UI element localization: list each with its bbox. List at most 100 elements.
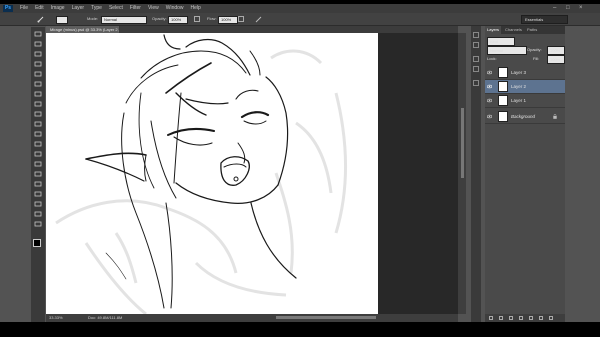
brush-size-picker[interactable]	[56, 16, 68, 24]
menu-filter[interactable]: Filter	[130, 4, 141, 13]
panel-tabs: Layers Channels Paths	[485, 26, 565, 34]
filter-kind-select[interactable]: Kind	[487, 37, 515, 46]
filter-kind-label: Kind	[490, 39, 499, 44]
right-margin	[565, 26, 600, 322]
layer-thumbnail	[498, 111, 508, 122]
eye-icon[interactable]	[487, 98, 492, 103]
menu-help[interactable]: Help	[191, 4, 201, 13]
adjustment-layer-icon[interactable]	[519, 316, 523, 320]
brush-icon[interactable]	[37, 16, 45, 23]
hand-tool-icon[interactable]	[34, 211, 42, 217]
menu-bar: Ps File Edit Image Layer Type Select Fil…	[0, 4, 600, 13]
quick-select-tool-icon[interactable]	[34, 61, 42, 67]
menu-file[interactable]: File	[20, 4, 28, 13]
faint-underdrawing	[55, 49, 347, 316]
menu-select[interactable]: Select	[109, 4, 123, 13]
tools-panel	[31, 27, 45, 322]
menu-window[interactable]: Window	[166, 4, 184, 13]
tab-channels[interactable]: Channels	[503, 26, 524, 34]
layer-row[interactable]: Layer 1	[485, 94, 565, 108]
layer-thumbnail	[498, 67, 508, 78]
layer-opacity-input[interactable]: 100%	[547, 46, 565, 55]
history-icon[interactable]	[473, 32, 479, 38]
layer-thumbnail	[498, 95, 508, 106]
move-tool-icon[interactable]	[34, 31, 42, 37]
maximize-icon[interactable]: □	[566, 4, 570, 13]
healing-tool-icon[interactable]	[34, 91, 42, 97]
new-layer-icon[interactable]	[539, 316, 543, 320]
close-icon[interactable]: ×	[579, 4, 583, 13]
layer-name: Layer 1	[511, 98, 527, 103]
doc-info[interactable]: Doc: 49.8M/111.8M	[88, 314, 122, 322]
history-brush-tool-icon[interactable]	[34, 121, 42, 127]
flow-input[interactable]: 100%	[218, 16, 238, 24]
blend-mode-select[interactable]: Normal	[487, 46, 527, 55]
collapsed-panels	[471, 26, 481, 322]
menu-type[interactable]: Type	[91, 4, 102, 13]
layers-panel: Layers Channels Paths Kind Normal Opacit…	[485, 26, 565, 322]
canvas[interactable]	[46, 33, 378, 316]
eye-icon[interactable]	[487, 84, 492, 89]
opacity-input[interactable]: 100%	[168, 16, 188, 24]
layer-name: Background	[511, 114, 536, 119]
gradient-tool-icon[interactable]	[34, 141, 42, 147]
tab-paths[interactable]: Paths	[525, 26, 539, 34]
eyedropper-tool-icon[interactable]	[34, 81, 42, 87]
layer-row-selected[interactable]: Layer 2	[485, 80, 565, 94]
link-layers-icon[interactable]	[489, 316, 493, 320]
layers-panel-footer	[485, 314, 565, 322]
pen-tool-icon[interactable]	[34, 171, 42, 177]
blur-tool-icon[interactable]	[34, 151, 42, 157]
flow-label: Flow:	[207, 16, 217, 21]
sketch-drawing	[55, 34, 347, 316]
brush-presets-icon[interactable]	[473, 56, 479, 62]
opacity-label: Opacity:	[152, 16, 167, 21]
menu-view[interactable]: View	[148, 4, 159, 13]
fill-label: Fill:	[533, 56, 540, 61]
eye-icon[interactable]	[487, 114, 492, 119]
tab-layers[interactable]: Layers	[485, 26, 502, 34]
lasso-tool-icon[interactable]	[34, 51, 42, 57]
delete-layer-icon[interactable]	[549, 316, 553, 320]
menu-edit[interactable]: Edit	[35, 4, 44, 13]
brush-tool-icon[interactable]	[34, 101, 42, 107]
menu-image[interactable]: Image	[51, 4, 65, 13]
layer-style-icon[interactable]	[499, 316, 503, 320]
eye-icon[interactable]	[487, 70, 492, 75]
menu-layer[interactable]: Layer	[72, 4, 85, 13]
mode-label: Mode:	[87, 16, 99, 21]
minimize-icon[interactable]: –	[553, 4, 556, 13]
adjustments-icon[interactable]	[473, 80, 479, 86]
fill-input[interactable]: 100%	[547, 55, 565, 64]
layer-row[interactable]: Layer 3	[485, 66, 565, 80]
new-group-icon[interactable]	[529, 316, 533, 320]
lock-icon	[553, 114, 557, 119]
clone-stamp-tool-icon[interactable]	[34, 111, 42, 117]
dodge-tool-icon[interactable]	[34, 161, 42, 167]
marquee-tool-icon[interactable]	[34, 41, 42, 47]
add-mask-icon[interactable]	[509, 316, 513, 320]
workspace-switcher[interactable]: Essentials	[521, 15, 568, 24]
airbrush-icon[interactable]	[238, 16, 244, 22]
document-tab[interactable]: Mirage (minus).psd @ 33.3% (Layer 2, RGB…	[46, 26, 120, 39]
type-tool-icon[interactable]	[34, 181, 42, 187]
clone-source-icon[interactable]	[473, 66, 479, 72]
horizontal-scroll-thumb[interactable]	[276, 316, 376, 319]
status-bar: 33.33% Doc: 49.8M/111.8M	[46, 314, 458, 322]
pressure-opacity-icon[interactable]	[194, 16, 200, 22]
path-select-tool-icon[interactable]	[34, 191, 42, 197]
zoom-tool-icon[interactable]	[34, 221, 42, 227]
mode-select[interactable]: Normal	[101, 16, 147, 24]
shape-tool-icon[interactable]	[34, 201, 42, 207]
crop-tool-icon[interactable]	[34, 71, 42, 77]
layer-row[interactable]: Background	[485, 110, 565, 124]
foreground-color-swatch[interactable]	[33, 239, 41, 247]
pressure-size-icon[interactable]	[255, 16, 263, 23]
photoshop-window: Ps File Edit Image Layer Type Select Fil…	[0, 0, 600, 337]
eraser-tool-icon[interactable]	[34, 131, 42, 137]
layer-opacity-label: Opacity:	[527, 47, 542, 52]
properties-icon[interactable]	[473, 42, 479, 48]
zoom-readout[interactable]: 33.33%	[49, 314, 63, 322]
line-art	[85, 34, 297, 309]
vertical-scroll-thumb[interactable]	[461, 108, 464, 178]
